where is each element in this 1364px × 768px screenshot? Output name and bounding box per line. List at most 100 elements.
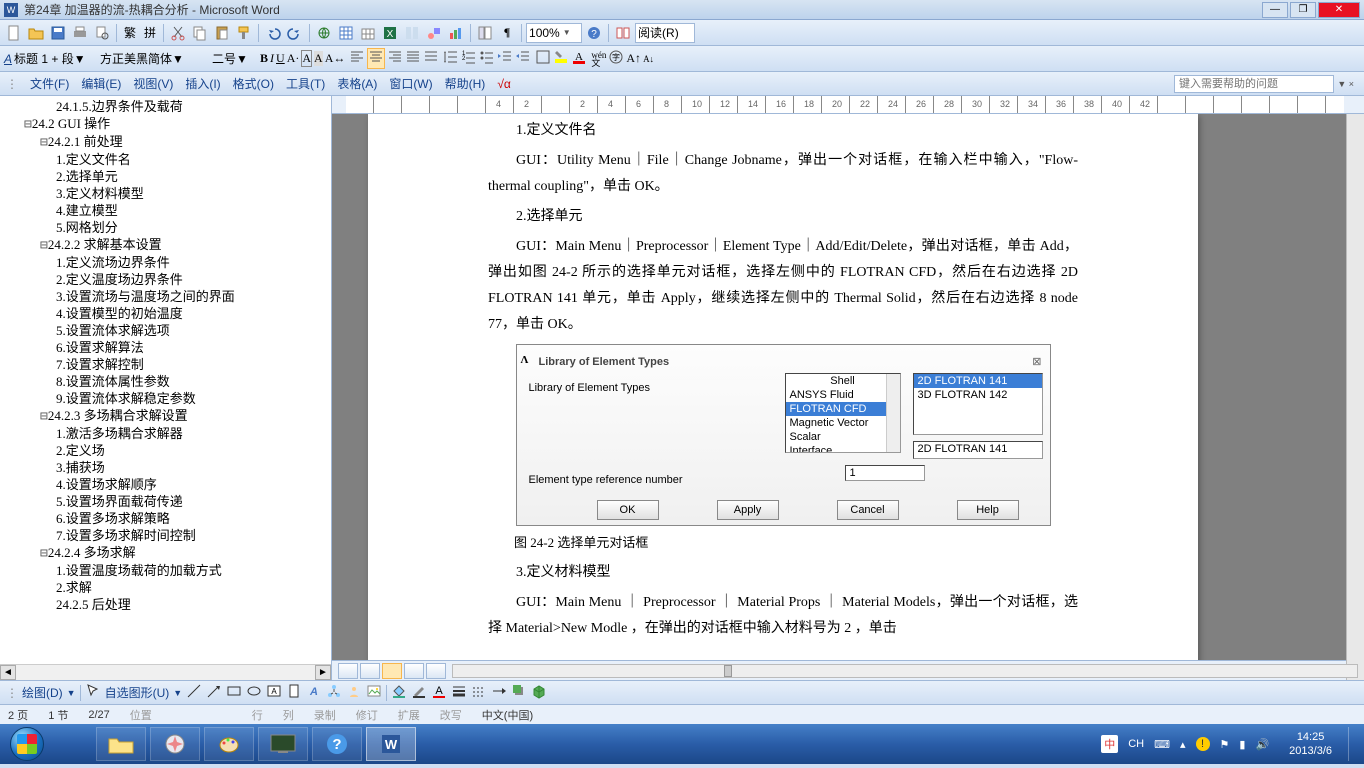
table-button[interactable] [336,23,356,43]
zoom-dropdown[interactable]: 100%▼ [526,23,582,43]
insert-table-button[interactable] [358,23,378,43]
oval-button[interactable] [246,683,262,702]
show-desktop-button[interactable] [1348,727,1356,761]
task-explorer[interactable] [96,727,146,761]
doc-map-button[interactable] [475,23,495,43]
arrow-button[interactable] [206,683,222,702]
line-color-button[interactable] [411,683,427,702]
outline-item[interactable]: ⊟24.2.1 前处理 [0,133,331,151]
menu-help[interactable]: 帮助(H) [445,75,486,92]
document-vscroll[interactable] [1346,114,1364,680]
outline-item[interactable]: 1.设置温度场载荷的加载方式 [0,562,331,579]
select-arrow-button[interactable] [85,683,101,702]
outline-body[interactable]: 24.1.5.边界条件及载荷⊟24.2 GUI 操作⊟24.2.1 前处理1.定… [0,96,331,664]
taskbar-clock[interactable]: 14:25 2013/3/6 [1289,730,1332,758]
shrink-font-button[interactable]: A↓ [643,54,654,64]
font-color-button-draw[interactable]: A [431,683,447,702]
menu-format[interactable]: 格式(O) [233,75,274,92]
rectangle-button[interactable] [226,683,242,702]
hyperlink-button[interactable] [314,23,334,43]
outline-item[interactable]: 7.设置求解控制 [0,356,331,373]
style-dropdown[interactable]: 标题 1 + 段▼ [14,50,98,67]
outline-item[interactable]: 4.设置场求解顺序 [0,476,331,493]
outline-item[interactable]: 3.捕获场 [0,459,331,476]
outline-item[interactable]: 7.设置多场求解时间控制 [0,527,331,544]
menu-insert[interactable]: 插入(I) [185,75,220,92]
network-icon[interactable]: ▮ [1239,738,1245,751]
phonetic-button[interactable]: wén文 [591,51,606,67]
print-preview-button[interactable] [92,23,112,43]
line-spacing-button[interactable] [443,49,459,68]
tray-status-icon[interactable]: ! [1196,737,1210,751]
char-shading-button[interactable]: A [314,51,323,66]
normal-view-button[interactable] [338,663,358,679]
grow-font-button[interactable]: A↑ [626,51,641,66]
numbering-button[interactable]: 12 [461,49,477,68]
arrow-style-button[interactable] [491,683,507,702]
menu-tools[interactable]: 工具(T) [286,75,325,92]
help-search-input[interactable] [1174,75,1334,93]
wordart-button[interactable]: A [306,683,322,702]
ruler[interactable]: 4224681012141618202224262830323436384042 [332,96,1364,114]
pinyin-button[interactable]: 拼 [141,23,159,43]
outline-item[interactable]: 2.求解 [0,579,331,596]
trad-simp-button[interactable]: 繁 [121,23,139,43]
menu-table[interactable]: 表格(A) [337,75,377,92]
tray-up-icon[interactable]: ▴ [1180,738,1186,751]
clipart-button[interactable] [346,683,362,702]
volume-icon[interactable]: 🔊 [1255,738,1269,751]
undo-button[interactable] [263,23,283,43]
highlight-button[interactable] [553,49,569,68]
outline-view-button[interactable] [404,663,424,679]
print-view-button[interactable] [382,663,402,679]
styles-pane-button[interactable]: A [4,52,12,66]
menu-view[interactable]: 视图(V) [133,75,173,92]
outline-item[interactable]: 5.网格划分 [0,219,331,236]
reading-view-button[interactable] [426,663,446,679]
outline-item[interactable]: ⊟24.2.2 求解基本设置 [0,236,331,254]
help-button[interactable]: ? [584,23,604,43]
menu-edit[interactable]: 编辑(E) [81,75,121,92]
emphasis-button[interactable]: A· [287,51,300,66]
font-color-button[interactable]: A [571,49,587,68]
line-weight-button[interactable] [451,683,467,702]
task-word[interactable]: W [366,727,416,761]
equation-icon[interactable]: √α [497,77,511,91]
outline-item[interactable]: 4.建立模型 [0,202,331,219]
font-dropdown[interactable]: 方正美黑简体▼ [100,50,210,67]
save-button[interactable] [48,23,68,43]
task-app1[interactable] [258,727,308,761]
outline-item[interactable]: ⊟24.2 GUI 操作 [0,115,331,133]
menu-window[interactable]: 窗口(W) [389,75,432,92]
action-center-icon[interactable]: ⚑ [1220,738,1230,751]
copy-button[interactable] [190,23,210,43]
print-button[interactable] [70,23,90,43]
align-center-button[interactable] [367,48,385,69]
line-button[interactable] [186,683,202,702]
outline-item[interactable]: 6.设置求解算法 [0,339,331,356]
autoshapes-button[interactable]: 自选图形(U) [105,684,170,701]
redo-button[interactable] [285,23,305,43]
outline-item[interactable]: 6.设置多场求解策略 [0,510,331,527]
outline-item[interactable]: 9.设置流体求解稳定参数 [0,390,331,407]
outline-item[interactable]: 2.选择单元 [0,168,331,185]
cut-button[interactable] [168,23,188,43]
drawing-button[interactable] [424,23,444,43]
textbox-button[interactable]: A [266,683,282,702]
enclose-button[interactable]: 字 [608,49,624,68]
outline-item[interactable]: 24.1.5.边界条件及载荷 [0,98,331,115]
menu-file[interactable]: 文件(F) [30,75,69,92]
shadow-button[interactable] [511,683,527,702]
task-help[interactable]: ? [312,727,362,761]
reading-button[interactable]: 阅读(R) [635,23,695,43]
char-border-button[interactable]: A [301,50,312,67]
outline-item[interactable]: 1.定义文件名 [0,151,331,168]
increase-indent-button[interactable] [515,49,531,68]
outline-item[interactable]: 5.设置流体求解选项 [0,322,331,339]
close-button[interactable]: ✕ [1318,2,1360,18]
outline-item[interactable]: 1.激活多场耦合求解器 [0,425,331,442]
diagram-button[interactable] [326,683,342,702]
outline-item[interactable]: 3.设置流场与温度场之间的界面 [0,288,331,305]
distribute-button[interactable] [423,49,439,68]
align-left-button[interactable] [349,49,365,68]
